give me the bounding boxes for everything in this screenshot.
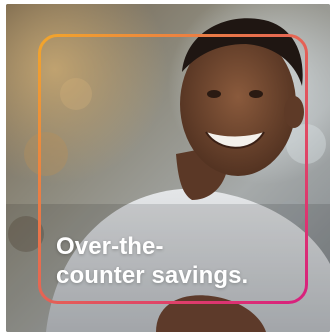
promo-headline: Over-the- counter savings. xyxy=(56,232,306,290)
headline-line-2: counter savings. xyxy=(56,262,249,289)
headline-line-1: Over-the- xyxy=(56,233,164,260)
promo-card[interactable]: Over-the- counter savings. xyxy=(6,4,330,332)
